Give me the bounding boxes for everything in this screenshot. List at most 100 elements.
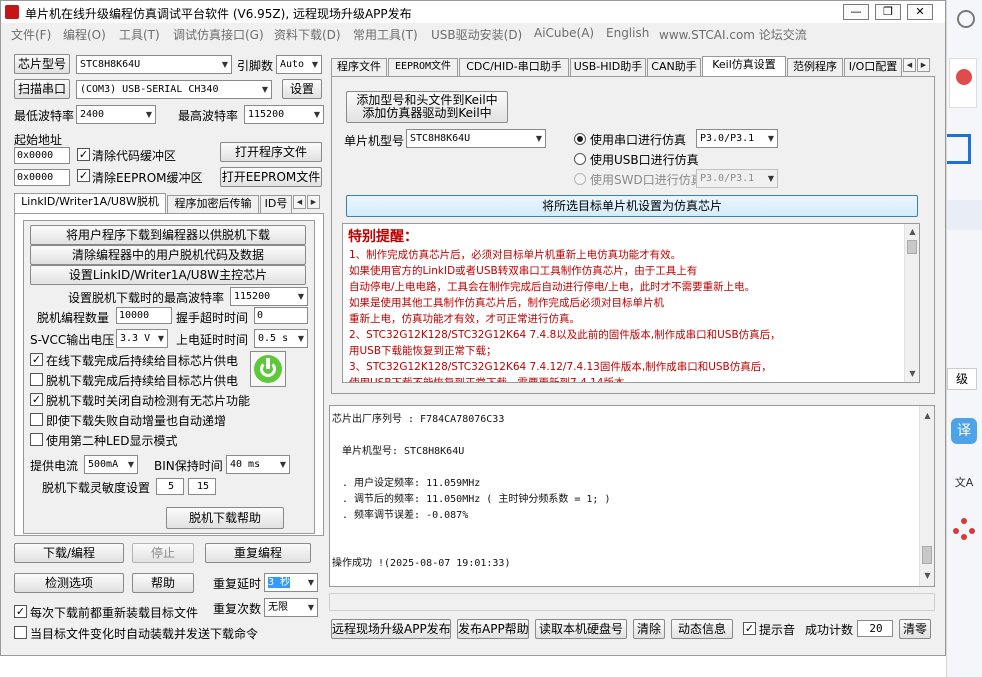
add-to-keil-button[interactable]: 添加型号和头文件到Keil中 添加仿真器驱动到Keil中 <box>346 91 508 123</box>
reprogram-button[interactable]: 重复编程 <box>205 543 311 563</box>
online-power-checkbox[interactable]: ✓ <box>30 353 43 366</box>
network-icon[interactable] <box>953 518 975 540</box>
publish-app-button[interactable]: 远程现场升级APP发布 <box>331 619 451 639</box>
chevron-down-icon: ▼ <box>297 292 304 301</box>
tab-id[interactable]: ID号 <box>260 195 292 213</box>
clear-log-button[interactable]: 清除 <box>633 619 665 639</box>
power-delay-select[interactable]: 0.5 s ▼ <box>254 329 308 348</box>
menu-english[interactable]: English <box>606 26 649 40</box>
radio-serial-label: 使用串口进行仿真 <box>590 133 687 147</box>
eeprom-addr-input[interactable]: 0x0000 <box>14 169 70 186</box>
download-to-programmer-button[interactable]: 将用户程序下载到编程器以供脱机下载 <box>30 225 306 245</box>
scroll-thumb[interactable] <box>922 546 932 564</box>
repeat-count-select[interactable]: 无限 ▼ <box>264 598 318 617</box>
swd-port-value: P3.0/P3.1 <box>700 173 755 184</box>
set-master-chip-button[interactable]: 设置LinkID/Writer1A/U8W主控芯片 <box>30 265 306 285</box>
menu-website[interactable]: www.STCAI.com 论坛交流 <box>659 26 807 43</box>
maximize-button[interactable]: ❐ <box>875 4 901 20</box>
radio-swd[interactable] <box>574 173 586 185</box>
beep-checkbox[interactable]: ✓ <box>743 622 756 635</box>
auto-reload-checkbox[interactable] <box>14 626 27 639</box>
scroll-thumb[interactable] <box>907 240 917 254</box>
scroll-up-icon[interactable]: ▲ <box>922 410 933 421</box>
tab-left-arrow-icon[interactable]: ◀ <box>293 195 306 209</box>
tab-cdc-hid[interactable]: CDC/HID-串口助手 <box>459 58 569 76</box>
radio-serial[interactable] <box>574 133 586 145</box>
menu-tools[interactable]: 工具(T) <box>119 26 160 43</box>
scroll-down-icon[interactable]: ▼ <box>922 570 933 581</box>
ai-translate-icon[interactable]: 文A <box>951 470 977 496</box>
current-select[interactable]: 500mA ▼ <box>84 455 138 474</box>
tab-usb-hid[interactable]: USB-HID助手 <box>570 58 646 76</box>
sensitivity-input-1[interactable]: 5 <box>156 478 184 495</box>
reload-checkbox[interactable]: ✓ <box>14 605 27 618</box>
help-button[interactable]: 帮助 <box>132 573 194 593</box>
swd-port-select[interactable]: P3.0/P3.1 ▼ <box>696 169 778 188</box>
settings-button[interactable]: 设置 <box>282 79 322 99</box>
port-select[interactable]: (COM3) USB-SERIAL CH340 ▼ <box>76 80 272 99</box>
auto-increment-checkbox[interactable] <box>30 413 43 426</box>
check-options-button[interactable]: 检测选项 <box>14 573 124 593</box>
tab-eeprom-file[interactable]: EEPROM文件 <box>388 58 458 76</box>
menu-aicube[interactable]: AiCube(A) <box>534 26 594 40</box>
tab-left-arrow-icon[interactable]: ◀ <box>903 58 916 72</box>
open-eeprom-button[interactable]: 打开EEPROM文件 <box>220 167 322 187</box>
palette-icon[interactable] <box>957 10 975 28</box>
dynamic-info-button[interactable]: 动态信息 <box>671 619 733 639</box>
offline-count-input[interactable]: 10000 <box>116 307 172 324</box>
menu-debug[interactable]: 调试仿真接口(G) <box>173 26 264 43</box>
scroll-down-icon[interactable]: ▼ <box>907 368 918 379</box>
read-disk-button[interactable]: 读取本机硬盘号 <box>535 619 627 639</box>
bin-hold-select[interactable]: 40 ms ▼ <box>226 455 290 474</box>
offline-baud-select[interactable]: 115200 ▼ <box>230 287 308 306</box>
menu-download[interactable]: 资料下载(D) <box>274 26 341 43</box>
translate-icon[interactable]: 译 <box>951 418 977 444</box>
tab-right-arrow-icon[interactable]: ▶ <box>917 58 930 72</box>
clear-programmer-button[interactable]: 清除编程器中的用户脱机代码及数据 <box>30 245 306 265</box>
led-mode-checkbox[interactable] <box>30 433 43 446</box>
minimize-button[interactable]: — <box>843 4 869 20</box>
scroll-up-icon[interactable]: ▲ <box>907 226 918 237</box>
tab-offline[interactable]: LinkID/Writer1A/U8W脱机 <box>14 193 166 213</box>
tab-keil-settings[interactable]: Keil仿真设置 <box>702 56 786 76</box>
keil-mcu-select[interactable]: STC8H8K64U ▼ <box>406 129 546 148</box>
power-toggle-button[interactable] <box>250 351 286 387</box>
max-baud-select[interactable]: 115200 ▼ <box>244 105 324 124</box>
notice-scrollbar[interactable]: ▲ ▼ <box>904 224 919 382</box>
download-program-button[interactable]: 下载/编程 <box>14 543 124 563</box>
close-button[interactable]: ✕ <box>907 4 933 20</box>
mcu-type-select[interactable]: STC8H8K64U ▼ <box>76 55 232 74</box>
tab-encrypt[interactable]: 程序加密后传输 <box>167 195 259 213</box>
set-emulator-chip-button[interactable]: 将所选目标单片机设置为仿真芯片 <box>346 195 918 217</box>
offline-power-checkbox[interactable] <box>30 373 43 386</box>
menu-common-tools[interactable]: 常用工具(T) <box>353 26 418 43</box>
offline-help-button[interactable]: 脱机下载帮助 <box>166 507 284 529</box>
tab-io-config[interactable]: I/O口配置 <box>844 58 902 76</box>
publish-help-button[interactable]: 发布APP帮助 <box>457 619 529 639</box>
radio-usb[interactable] <box>574 153 586 165</box>
menu-usb-driver[interactable]: USB驱动安装(D) <box>431 26 522 43</box>
clear-code-checkbox[interactable]: ✓ <box>77 148 90 161</box>
tab-examples[interactable]: 范例程序 <box>787 58 843 76</box>
scan-port-button[interactable]: 扫描串口 <box>14 79 70 99</box>
tab-can[interactable]: CAN助手 <box>647 58 701 76</box>
sensitivity-input-2[interactable]: 15 <box>188 478 216 495</box>
clear-eeprom-checkbox[interactable]: ✓ <box>77 169 90 182</box>
menu-file[interactable]: 文件(F) <box>11 26 51 43</box>
output-scrollbar[interactable]: ▲ ▼ <box>919 406 934 586</box>
tab-right-arrow-icon[interactable]: ▶ <box>307 195 320 209</box>
repeat-delay-select[interactable]: 3 秒 ▼ <box>264 573 318 592</box>
handshake-input[interactable]: 0 <box>254 307 308 324</box>
pins-select[interactable]: Auto ▼ <box>276 55 322 74</box>
code-addr-input[interactable]: 0x0000 <box>14 147 70 164</box>
min-baud-select[interactable]: 2400 ▼ <box>76 105 156 124</box>
reset-count-button[interactable]: 清零 <box>899 619 931 639</box>
menu-program[interactable]: 编程(O) <box>63 26 106 43</box>
tab-program-file[interactable]: 程序文件 <box>331 58 387 76</box>
open-program-button[interactable]: 打开程序文件 <box>220 142 322 162</box>
serial-port-select[interactable]: P3.0/P3.1 ▼ <box>696 129 778 148</box>
mcu-type-button[interactable]: 芯片型号 <box>14 54 70 74</box>
disable-detect-checkbox[interactable]: ✓ <box>30 393 43 406</box>
svcc-select[interactable]: 3.3 V ▼ <box>116 329 168 348</box>
stop-button[interactable]: 停止 <box>132 543 194 563</box>
